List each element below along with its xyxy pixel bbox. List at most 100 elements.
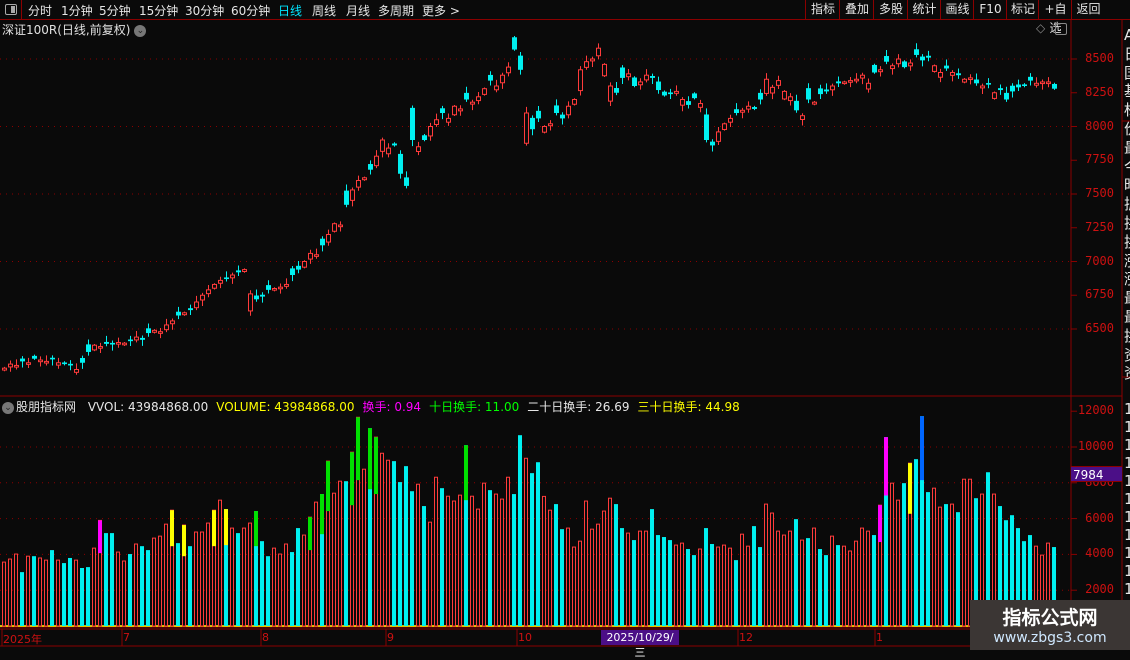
volume-bar (38, 557, 42, 627)
watermark-url: www.zbgs3.com (993, 630, 1107, 646)
volume-bar (608, 497, 612, 627)
volume-tick-label: 6000 (1085, 510, 1114, 525)
candle-body (428, 126, 433, 137)
side-panel-value: 1 (1124, 400, 1130, 418)
side-panel-label: 换 (1124, 327, 1130, 345)
chevron-down-icon[interactable]: ⌄ (2, 401, 14, 414)
candle-body (56, 362, 61, 366)
candle-body (302, 261, 307, 268)
volume-bar (62, 563, 66, 626)
candle-body (740, 109, 745, 113)
candle-body (320, 238, 325, 246)
candle-body (116, 342, 121, 345)
volume-bar (446, 495, 450, 627)
candle-body (764, 78, 769, 94)
side-panel-value: 1 (1124, 544, 1130, 562)
volume-bar (44, 559, 48, 627)
candle-body (722, 123, 727, 130)
volume-bar (716, 546, 720, 627)
volume-bar (188, 546, 192, 626)
price-tick-label: 7000 (1085, 253, 1114, 268)
candle-body (842, 81, 847, 85)
candle-body (926, 55, 931, 58)
volume-bar (836, 545, 840, 626)
candle-body (464, 92, 469, 100)
side-panel-value: 1 (1124, 490, 1130, 508)
volume-bar (644, 530, 648, 627)
candle-body (230, 274, 235, 279)
volume-bar (566, 527, 570, 627)
candle-body (794, 100, 799, 111)
candle-body (584, 61, 589, 68)
date-axis-label: 2025年 (3, 633, 42, 646)
volume-bar (476, 508, 480, 627)
candle-body (962, 78, 967, 83)
candle-body (914, 49, 919, 55)
price-tick-label: 7500 (1085, 186, 1114, 200)
candle-body (890, 65, 895, 70)
turnover-highlight-bar (326, 461, 330, 512)
volume-bar (590, 528, 594, 627)
watermark: 指标公式网 www.zbgs3.com (970, 600, 1130, 650)
candle-body (530, 117, 535, 130)
price-tick-label: 8500 (1085, 51, 1114, 65)
candle-body (920, 56, 925, 61)
volume-bar (596, 523, 600, 627)
candle-body (512, 37, 517, 50)
price-tick-label: 8250 (1085, 84, 1114, 99)
candle-body (482, 88, 487, 95)
candle-body (728, 117, 733, 123)
volume-bar (740, 533, 744, 627)
volume-bar (452, 500, 456, 627)
candle-body (662, 91, 667, 96)
candle-body (980, 85, 985, 89)
price-tick-label: 7250 (1085, 219, 1114, 234)
side-panel-label: 资 (1124, 364, 1130, 382)
candle-body (686, 101, 691, 105)
candle-body (110, 342, 115, 345)
volume-bar (176, 543, 180, 626)
volume-bar (242, 527, 246, 627)
volume-bar (722, 544, 726, 627)
candle-body (278, 286, 283, 290)
candle-body (656, 81, 661, 91)
candle-body (620, 67, 625, 78)
side-panel-label: 价 (1124, 120, 1130, 138)
candle-body (74, 369, 79, 373)
candle-body (752, 107, 757, 109)
volume-bar (8, 558, 12, 627)
date-axis-label: 9 (387, 631, 394, 644)
candle-body (446, 117, 451, 123)
volume-bar (206, 522, 210, 627)
candle-body (1046, 81, 1051, 85)
candle-body (68, 363, 73, 366)
volume-bar (950, 503, 954, 627)
volume-bar (572, 546, 576, 627)
candle-body (854, 78, 859, 82)
turnover-highlight-bar (356, 417, 360, 481)
chart-canvas[interactable] (0, 0, 1130, 650)
side-panel-label: 涨 (1124, 270, 1130, 288)
candle-body (44, 360, 49, 364)
candle-body (542, 126, 547, 133)
volume-bar (158, 535, 162, 627)
side-panel-label: 换 (1124, 214, 1130, 232)
candle-body (176, 311, 181, 316)
volume-bar (842, 545, 846, 627)
volume-bar (776, 530, 780, 627)
candle-body (878, 69, 883, 73)
volume-bar (56, 559, 60, 627)
volume-bar (662, 537, 666, 626)
volume-bar (548, 509, 552, 627)
legend-item-4: 二十日换手: 26.69 (527, 400, 630, 414)
volume-legend: ⌄ 股朋指标网 VVOL: 43984868.00 VOLUME: 43984868… (2, 398, 744, 415)
volume-tick-label: 4000 (1085, 546, 1114, 561)
volume-bar (614, 504, 618, 626)
candle-body (932, 65, 937, 72)
candle-body (758, 92, 763, 100)
date-axis-label: 12 (739, 631, 753, 644)
volume-bar (50, 550, 54, 626)
turnover-highlight-bar (908, 463, 912, 514)
volume-bar (86, 567, 90, 626)
volume-bar (410, 491, 414, 626)
